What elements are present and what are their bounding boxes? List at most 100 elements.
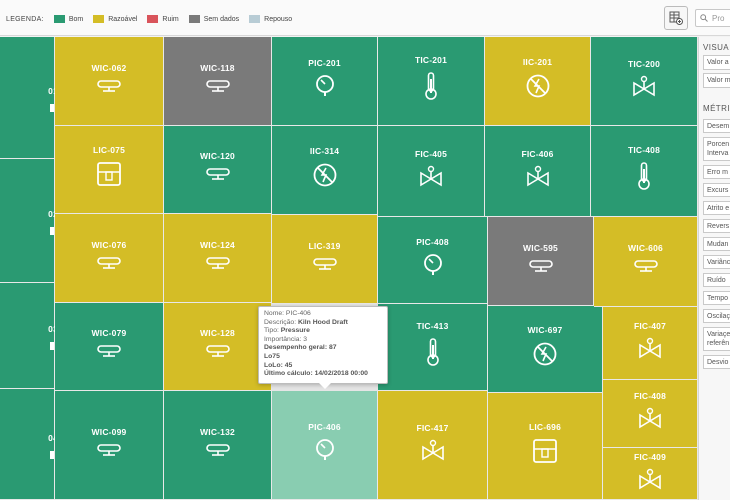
treemap-tile[interactable]: IIC-314 [272, 126, 378, 215]
search-input[interactable]: Pro [695, 9, 730, 27]
treemap-tile[interactable]: WIC-076 [55, 214, 164, 303]
tile-label: FIC-407 [633, 320, 667, 331]
treemap-tile[interactable]: WIC-595 [488, 217, 594, 306]
tile-label: PIC-408 [416, 236, 449, 247]
tile-label: TIC-201 [414, 54, 448, 65]
tile-label: TIC-408 [627, 144, 661, 155]
tooltip-description-label: Descrição: [264, 318, 298, 326]
metric-option[interactable]: Excurs [703, 183, 730, 197]
treemap-tile[interactable]: WIC-697 [488, 306, 603, 393]
treemap-tile[interactable]: LIC-075 [55, 126, 164, 214]
metric-option[interactable]: Mudan [703, 237, 730, 251]
tooltip-last-calc: Último cálculo: 14/02/2018 00:00 [264, 370, 368, 378]
valve-icon [638, 407, 662, 434]
treemap-tile[interactable]: WIC-062 [55, 37, 164, 126]
flow-element-icon [528, 259, 554, 278]
treemap-tile[interactable]: WIC-079 [55, 303, 164, 391]
legend-swatch [188, 15, 200, 23]
legend-swatch [53, 15, 65, 23]
treemap-tile[interactable]: WIC-120 [164, 126, 272, 214]
metrics-section-title: MÉTRI [703, 104, 730, 113]
flow-element-icon [96, 344, 122, 363]
metric-option[interactable]: Variaçe referên [703, 327, 730, 351]
sidebar: VISUA Valor a Valor m MÉTRI Desem Porcen I… [698, 37, 730, 500]
metric-option[interactable]: Tempo [703, 291, 730, 305]
tooltip-lo: Lo75 [264, 352, 280, 360]
valve-icon [419, 165, 443, 192]
treemap-tile[interactable]: LIC-319 [272, 215, 378, 304]
treemap-tile[interactable]: TIC-201 [378, 37, 485, 126]
view-option[interactable]: Valor a [703, 55, 730, 70]
treemap-tile[interactable]: WIC-124 [164, 214, 272, 303]
treemap-tile[interactable]: TIC-413 [378, 304, 488, 391]
metric-option[interactable]: Atrito e [703, 201, 730, 215]
pressure-gauge-icon [422, 253, 444, 282]
tile-label: FIC-409 [633, 452, 667, 462]
legend-item: Ruim [147, 15, 179, 23]
treemap-tile[interactable]: WIC-128 [164, 303, 272, 391]
treemap-tile[interactable]: TIC-200 [591, 37, 698, 126]
tile-label: WIC-099 [91, 426, 127, 437]
tooltip-description-row: Descrição: Kiln Hood Draft [264, 319, 382, 328]
tooltip-lolo: LoLo: 45 [264, 361, 293, 369]
metric-option[interactable]: Erro m [703, 165, 730, 179]
tile-label: LIC-075 [92, 145, 126, 155]
filter-grid-button[interactable] [664, 6, 688, 30]
valve-icon [632, 75, 656, 102]
treemap-tile[interactable]: PIC-408 [378, 217, 488, 304]
legend-label: Repouso [264, 15, 293, 23]
treemap-tile[interactable]: FIC-407 [603, 307, 698, 380]
metric-option[interactable]: Desem [703, 119, 730, 133]
metric-option[interactable]: Porcen Interva [703, 137, 730, 161]
treemap-tile[interactable]: 04 [0, 389, 58, 500]
pressure-gauge-icon [314, 438, 336, 467]
level-tank-icon [96, 161, 122, 192]
metric-option[interactable]: Revers [703, 219, 730, 233]
treemap-tile[interactable]: 03 [0, 283, 58, 389]
tile-label: LIC-319 [308, 240, 341, 251]
treemap-tile[interactable]: WIC-606 [594, 217, 698, 307]
treemap-tile[interactable]: FIC-408 [603, 380, 698, 448]
treemap-tile[interactable]: FIC-406 [485, 126, 591, 217]
metric-option[interactable]: Variânc [703, 255, 730, 269]
tile-label: TIC-413 [416, 320, 449, 331]
legend-item: Bom [53, 15, 83, 23]
treemap-tile[interactable]: IIC-201 [485, 37, 591, 126]
tooltip-type-row: Tipo: Pressure [264, 327, 382, 336]
treemap-tile[interactable]: TIC-408 [591, 126, 698, 217]
tooltip-description: Kiln Hood Draft [298, 318, 348, 326]
metric-option[interactable]: Oscilaç [703, 309, 730, 323]
valve-icon [421, 439, 445, 466]
legend-item: Razoável [93, 15, 137, 23]
tile-label: WIC-079 [91, 328, 127, 338]
metric-option[interactable]: Desvio [703, 355, 730, 369]
tile-label: WIC-128 [200, 328, 235, 338]
metric-option[interactable]: Ruído [703, 273, 730, 287]
flow-element-icon [205, 256, 231, 275]
treemap-tile[interactable]: 01 [0, 37, 58, 159]
treemap-tile[interactable]: WIC-099 [55, 391, 164, 500]
tile-label: LIC-696 [528, 421, 562, 432]
clipped-icon [50, 342, 54, 350]
treemap-tile[interactable]: WIC-118 [164, 37, 272, 126]
view-option[interactable]: Valor m [703, 73, 730, 88]
treemap-tile[interactable]: FIC-405 [378, 126, 485, 217]
valve-icon [638, 468, 662, 495]
flow-element-icon [633, 259, 659, 278]
treemap-tile[interactable]: LIC-696 [488, 393, 603, 500]
treemap-tile[interactable]: WIC-132 [164, 391, 272, 500]
treemap-tile[interactable]: 02 [0, 159, 58, 283]
tile-label: FIC-406 [521, 148, 554, 159]
treemap-tile[interactable]: PIC-201 [272, 37, 378, 126]
thermometer-icon [424, 71, 438, 106]
treemap-tile[interactable]: FIC-417 [378, 391, 488, 500]
flow-element-icon [96, 79, 122, 98]
treemap-tile[interactable]: PIC-406 [272, 391, 378, 500]
tile-label: WIC-697 [527, 324, 563, 335]
clipped-icon [50, 227, 54, 235]
flow-element-icon [312, 257, 338, 276]
clipped-icon [50, 104, 54, 112]
thermometer-icon [426, 337, 440, 372]
treemap-tile[interactable]: FIC-409 [603, 448, 698, 500]
legend-item: Repouso [249, 15, 292, 23]
